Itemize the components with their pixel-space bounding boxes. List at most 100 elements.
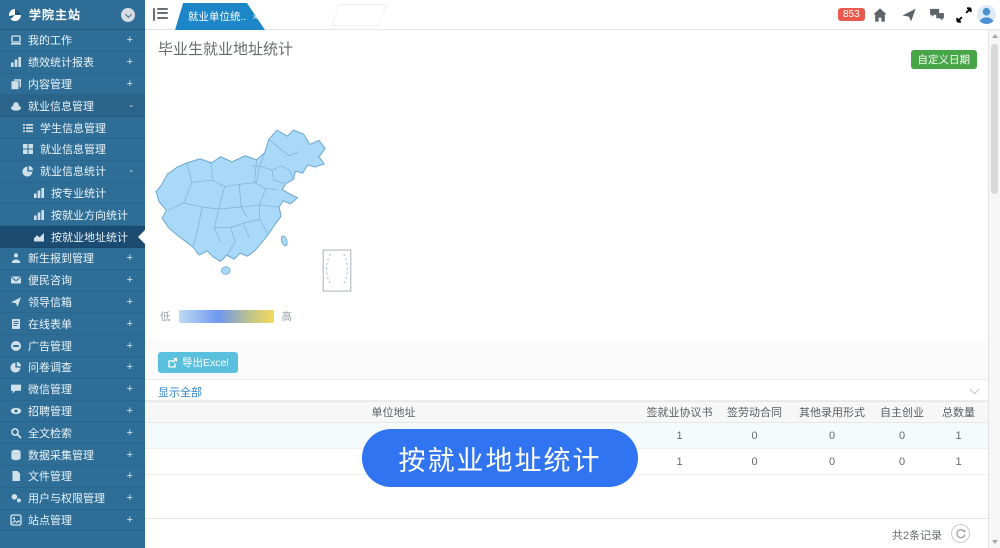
- sidebar-item-leader-mailbox[interactable]: 领导信箱 +: [0, 292, 145, 314]
- expand-indicator: +: [127, 296, 133, 308]
- cell-value: 0: [717, 430, 792, 442]
- sidebar-item-label: 按就业地址统计: [51, 229, 128, 245]
- brand-title: 学院主站: [29, 6, 81, 23]
- map-inset-south-china-sea: [323, 250, 351, 291]
- sidebar-item-employment-stats[interactable]: 就业信息统计 -: [0, 161, 145, 183]
- col-header-other-hiring: 其他录用形式: [792, 404, 872, 420]
- sidebar-item-my-work[interactable]: 我的工作 +: [0, 30, 145, 52]
- search-icon: [10, 427, 22, 439]
- sidebar-item-public-consult[interactable]: 便民咨询 +: [0, 270, 145, 292]
- sidebar-item-data-collection[interactable]: 数据采集管理 +: [0, 444, 145, 466]
- legend-low-label: 低: [160, 309, 171, 324]
- sidebar-item-user-permission-mgmt[interactable]: 用户与权限管理 +: [0, 488, 145, 510]
- sidebar-item-recruitment-mgmt[interactable]: 招聘管理 +: [0, 401, 145, 423]
- sidebar-item-content-mgmt[interactable]: 内容管理 +: [0, 74, 145, 96]
- sidebar-item-wechat-mgmt[interactable]: 微信管理 +: [0, 379, 145, 401]
- map-mainland: [156, 130, 325, 274]
- chevron-down-icon[interactable]: [970, 385, 980, 395]
- sidebar-item-student-info-mgmt[interactable]: 学生信息管理: [0, 117, 145, 139]
- cloud-icon: [10, 100, 22, 112]
- show-all-bar: 显示全部: [145, 380, 988, 401]
- fullscreen-icon[interactable]: [956, 7, 972, 23]
- col-header-labor-contract: 签劳动合同: [717, 404, 792, 420]
- custom-date-button[interactable]: 自定义日期: [911, 50, 978, 69]
- china-map[interactable]: [153, 118, 358, 298]
- pie-chart-icon: [22, 165, 34, 177]
- send-icon[interactable]: [901, 7, 917, 23]
- cell-value: 0: [717, 456, 792, 468]
- sidebar-item-employment-info[interactable]: 就业信息管理: [0, 139, 145, 161]
- comments-icon[interactable]: [929, 7, 945, 23]
- area-chart-icon: [33, 231, 45, 243]
- sidebar-item-ad-mgmt[interactable]: 广告管理 +: [0, 335, 145, 357]
- sidebar-item-label: 在线表单: [28, 316, 72, 332]
- sidebar-item-label: 招聘管理: [28, 403, 72, 419]
- sidebar-item-label: 问卷调查: [28, 359, 72, 375]
- sidebar-item-label: 领导信箱: [28, 294, 72, 310]
- sidebar-item-survey[interactable]: 问卷调查 +: [0, 357, 145, 379]
- toolbar-band: [145, 340, 988, 380]
- sidebar-header: 学院主站: [0, 0, 145, 30]
- sidebar-item-fulltext-search[interactable]: 全文检索 +: [0, 422, 145, 444]
- globe-icon: [8, 8, 22, 22]
- sidebar-item-label: 数据采集管理: [28, 447, 94, 463]
- export-excel-button[interactable]: 导出Excel: [158, 352, 238, 373]
- table-footer: 共2条记录: [145, 518, 988, 548]
- sidebar-item-performance-reports[interactable]: 绩效统计报表 +: [0, 52, 145, 74]
- sidebar-item-stats-by-major[interactable]: 按专业统计: [0, 183, 145, 205]
- graduate-icon: [10, 252, 22, 264]
- notification-badge[interactable]: 853: [838, 8, 865, 21]
- refresh-button[interactable]: [951, 524, 970, 543]
- sidebar-item-label: 微信管理: [28, 381, 72, 397]
- sidebar-item-label: 就业信息管理: [28, 98, 94, 114]
- active-item-arrow: [138, 230, 145, 244]
- sidebar-item-stats-by-address[interactable]: 按就业地址统计: [0, 226, 145, 248]
- action-label-overlay: 按就业地址统计: [362, 429, 638, 487]
- map-hainan: [221, 267, 230, 274]
- menu-toggle-icon[interactable]: [153, 8, 168, 21]
- scroll-up-arrow-icon[interactable]: [992, 34, 998, 38]
- sidebar-collapse-button[interactable]: [121, 8, 135, 22]
- sidebar-item-label: 内容管理: [28, 76, 72, 92]
- expand-indicator: +: [127, 340, 133, 352]
- sidebar-item-label: 按就业方向统计: [51, 207, 128, 223]
- sidebar-item-file-mgmt[interactable]: 文件管理 +: [0, 466, 145, 488]
- expand-indicator: +: [127, 274, 133, 286]
- user-avatar[interactable]: [977, 5, 996, 24]
- refresh-icon: [955, 528, 967, 540]
- pie-chart-icon: [10, 361, 22, 373]
- expand-indicator: +: [127, 427, 133, 439]
- inactive-tab-outline: [331, 4, 387, 26]
- sidebar-item-online-forms[interactable]: 在线表单 +: [0, 313, 145, 335]
- cell-value: 0: [792, 430, 872, 442]
- page-title: 毕业生就业地址统计: [158, 38, 293, 59]
- ad-icon: [10, 340, 22, 352]
- scroll-down-arrow-icon[interactable]: [992, 540, 998, 544]
- sidebar-item-freshman-registration[interactable]: 新生报到管理 +: [0, 248, 145, 270]
- expand-indicator: +: [127, 383, 133, 395]
- sidebar-item-site-mgmt[interactable]: 站点管理 +: [0, 510, 145, 532]
- chevron-down-icon: [124, 10, 131, 17]
- map-heat-legend: 低 高: [160, 309, 292, 324]
- list-icon: [22, 122, 34, 134]
- document-icon: [10, 318, 22, 330]
- sidebar-item-stats-by-direction[interactable]: 按就业方向统计: [0, 204, 145, 226]
- expand-indicator: +: [127, 252, 133, 264]
- show-all-link[interactable]: 显示全部: [158, 384, 202, 400]
- sidebar-item-employment-info-mgmt[interactable]: 就业信息管理 -: [0, 95, 145, 117]
- scrollbar-thumb[interactable]: [991, 44, 998, 194]
- vertical-scrollbar[interactable]: [988, 30, 1000, 548]
- sidebar-item-label: 按专业统计: [51, 185, 106, 201]
- cell-value: 1: [642, 456, 717, 468]
- col-header-unit-address: 单位地址: [145, 404, 642, 420]
- sidebar-item-label: 便民咨询: [28, 272, 72, 288]
- sidebar-item-label: 就业信息管理: [40, 141, 106, 157]
- files-icon: [10, 78, 22, 90]
- tab-close-icon[interactable]: ×: [252, 12, 257, 22]
- home-icon[interactable]: [872, 7, 888, 23]
- expand-indicator: +: [127, 492, 133, 504]
- sidebar-item-label: 广告管理: [28, 338, 72, 354]
- tab-employment-unit-stats[interactable]: 就业单位统.. ×: [175, 3, 265, 30]
- table-header-row: 单位地址 签就业协议书 签劳动合同 其他录用形式 自主创业 总数量: [145, 401, 988, 423]
- sidebar-item-label: 就业信息统计: [40, 163, 106, 179]
